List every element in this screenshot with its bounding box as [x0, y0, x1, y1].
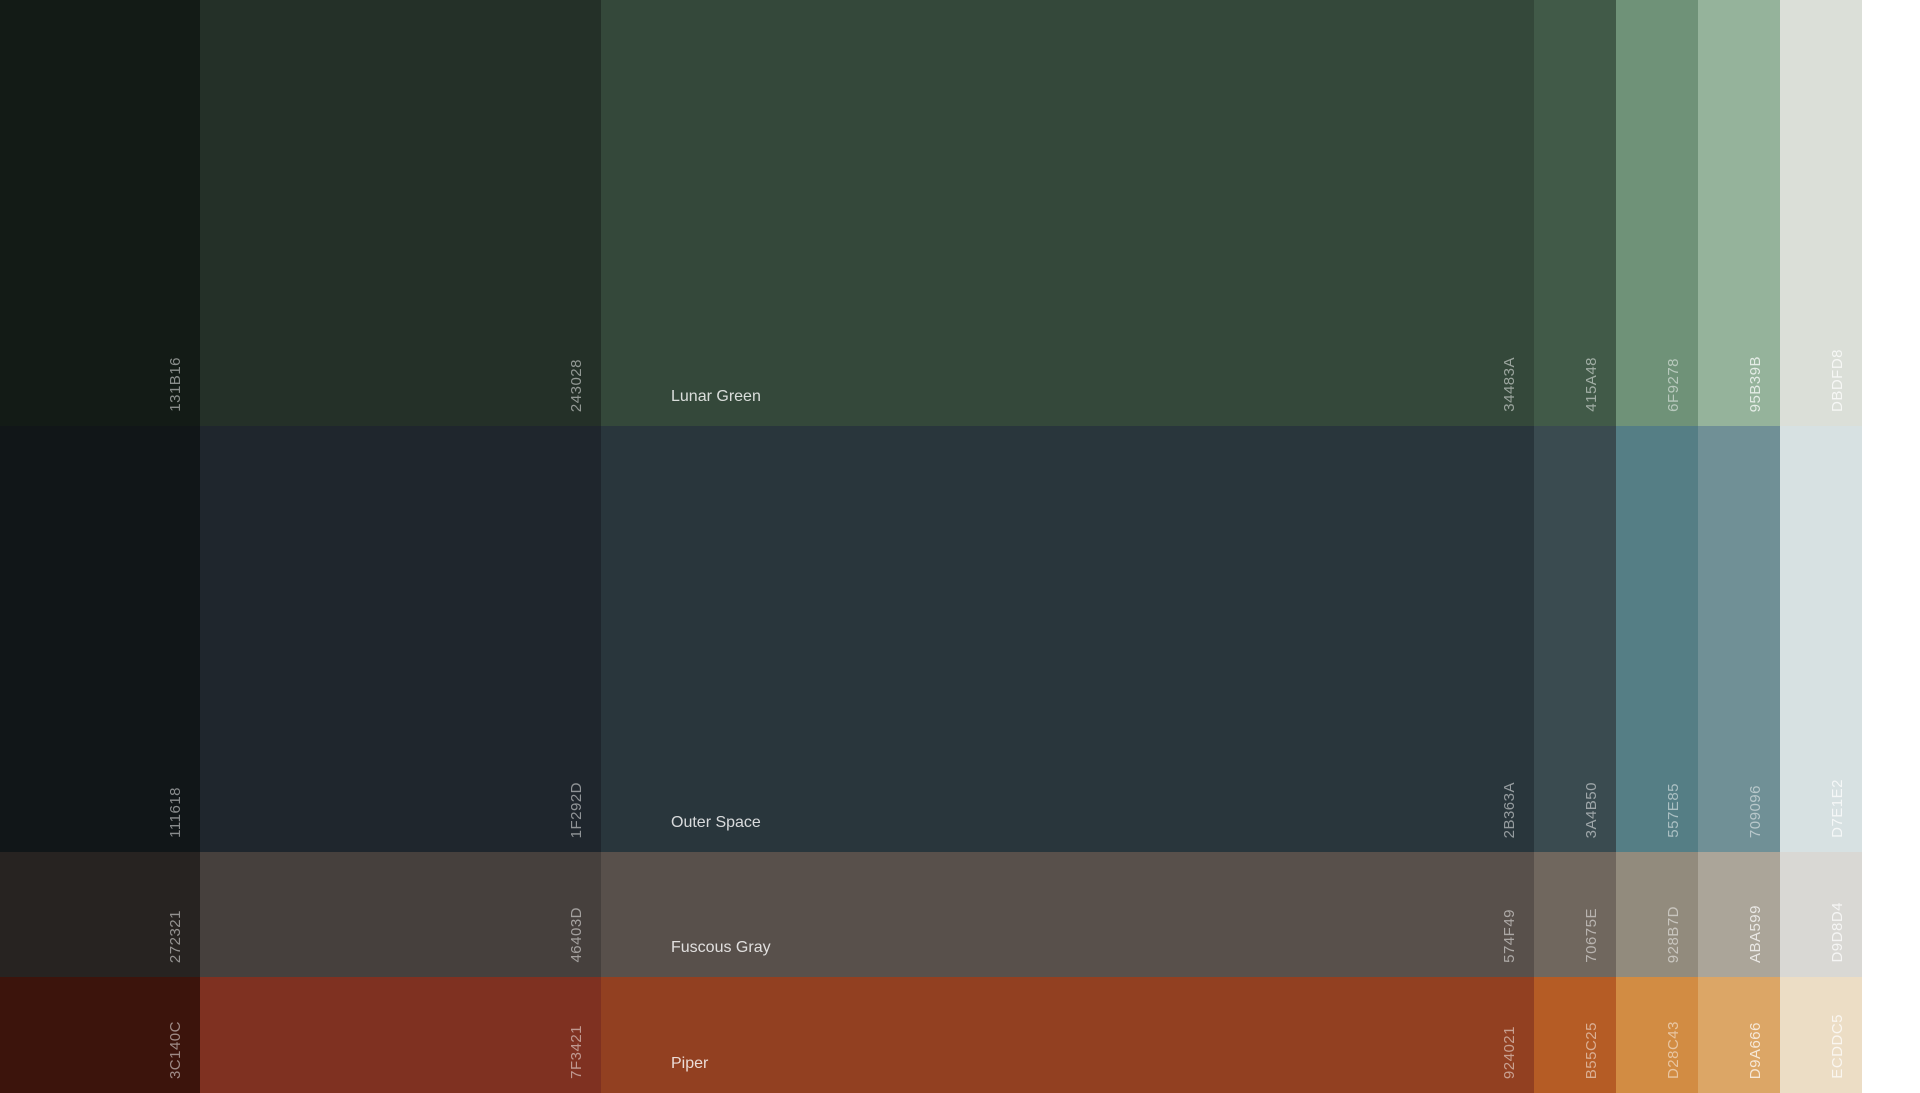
swatch: 272321: [0, 852, 200, 977]
swatch: Outer Space 2B363A: [601, 426, 1534, 852]
palette-name: Piper: [671, 1055, 709, 1072]
palette-name: Lunar Green: [671, 388, 761, 405]
swatch: 709096: [1698, 426, 1780, 852]
swatch: DBDFD8: [1780, 0, 1862, 426]
hex-label: D7E1E2: [1829, 779, 1846, 838]
palette-name: Outer Space: [671, 814, 761, 831]
palette-name: Fuscous Gray: [671, 939, 771, 956]
hex-label: 415A48: [1583, 357, 1600, 412]
hex-label: ECDDC5: [1829, 1014, 1846, 1079]
swatch: 557E85: [1616, 426, 1698, 852]
hex-label: DBDFD8: [1829, 348, 1846, 412]
hex-label: B55C25: [1583, 1021, 1600, 1079]
hex-label: 70675E: [1583, 908, 1600, 963]
hex-label: 928B7D: [1665, 905, 1682, 963]
color-palette: 131B16 243028 Lunar Green 34483A 415A48 6…: [0, 0, 1862, 1093]
swatch: D7E1E2: [1780, 426, 1862, 852]
swatch: 95B39B: [1698, 0, 1780, 426]
hex-label: 111618: [167, 787, 184, 838]
swatch: ECDDC5: [1780, 977, 1862, 1093]
hex-label: D9D8D4: [1829, 902, 1846, 963]
swatch: 131B16: [0, 0, 200, 426]
hex-label: 3A4B50: [1583, 781, 1600, 838]
hex-label: 131B16: [167, 357, 184, 412]
swatch: 6F9278: [1616, 0, 1698, 426]
hex-label: 3C140C: [167, 1020, 184, 1079]
swatch: Fuscous Gray 574F49: [601, 852, 1534, 977]
swatch: 111618: [0, 426, 200, 852]
swatch: D28C43: [1616, 977, 1698, 1093]
hex-label: 7F3421: [568, 1025, 585, 1079]
swatch: 3C140C: [0, 977, 200, 1093]
swatch: 415A48: [1534, 0, 1616, 426]
swatch: 70675E: [1534, 852, 1616, 977]
swatch: 3A4B50: [1534, 426, 1616, 852]
swatch: D9A666: [1698, 977, 1780, 1093]
hex-label: D9A666: [1747, 1021, 1764, 1079]
swatch: Lunar Green 34483A: [601, 0, 1534, 426]
swatch: ABA599: [1698, 852, 1780, 977]
hex-label: 34483A: [1501, 357, 1518, 412]
hex-label: 2B363A: [1501, 781, 1518, 838]
hex-label: 1F292D: [568, 781, 585, 838]
swatch: 7F3421: [200, 977, 601, 1093]
swatch: B55C25: [1534, 977, 1616, 1093]
hex-label: 46403D: [568, 907, 585, 963]
swatch: 928B7D: [1616, 852, 1698, 977]
swatch: D9D8D4: [1780, 852, 1862, 977]
hex-label: 243028: [568, 358, 585, 412]
hex-label: 574F49: [1501, 909, 1518, 963]
hex-label: 709096: [1747, 784, 1764, 838]
swatch: 1F292D: [200, 426, 601, 852]
hex-label: 95B39B: [1747, 355, 1764, 412]
swatch: Piper 924021: [601, 977, 1534, 1093]
hex-label: 924021: [1501, 1025, 1518, 1079]
swatch: 46403D: [200, 852, 601, 977]
hex-label: 6F9278: [1665, 358, 1682, 412]
swatch: 243028: [200, 0, 601, 426]
hex-label: 557E85: [1665, 783, 1682, 838]
hex-label: 272321: [167, 909, 184, 963]
hex-label: D28C43: [1665, 1020, 1682, 1079]
hex-label: ABA599: [1747, 904, 1764, 963]
